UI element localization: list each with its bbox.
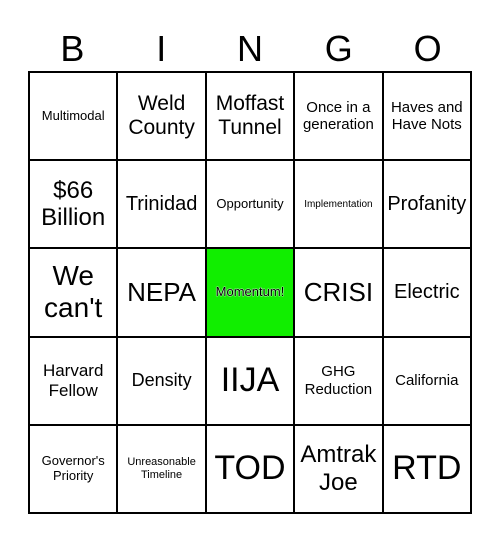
header-letter-n: N — [236, 28, 263, 69]
bingo-cell[interactable]: Density — [117, 336, 206, 425]
bingo-cell-label: Multimodal — [41, 107, 105, 123]
bingo-cell-label: Weld County — [128, 91, 195, 140]
bingo-cell-label: Profanity — [387, 192, 467, 215]
bingo-header: B I N G O — [28, 28, 472, 70]
header-letter-i: I — [156, 28, 167, 69]
bingo-cell[interactable]: NEPA — [117, 248, 206, 337]
bingo-cell[interactable]: IIJA — [205, 336, 295, 425]
bingo-cell-label: IIJA — [220, 361, 280, 400]
bingo-cell-free-space[interactable]: Momentum! — [205, 248, 295, 337]
bingo-card-grid: Multimodal Weld County Moffast Tunnel Once … — [28, 71, 472, 514]
bingo-cell[interactable]: Harvard Fellow — [29, 336, 118, 425]
bingo-cell-label: Governor's Priority — [41, 452, 105, 483]
bingo-cell-label: California — [395, 372, 459, 390]
bingo-cell-label: RTD — [392, 449, 462, 488]
bingo-cell-label: Momentum! — [215, 284, 285, 300]
bingo-cell[interactable]: Profanity — [382, 160, 471, 249]
bingo-cell[interactable]: Haves and Have Nots — [382, 72, 471, 161]
bingo-cell[interactable]: Amtrak Joe — [294, 424, 383, 513]
bingo-cell[interactable]: California — [382, 336, 471, 425]
bingo-cell-label: Trinidad — [125, 192, 198, 215]
bingo-cell-label: Moffast Tunnel — [215, 91, 285, 140]
bingo-cell[interactable]: Opportunity — [205, 160, 295, 249]
bingo-cell-label: TOD — [214, 449, 286, 488]
bingo-cell[interactable]: Weld County — [117, 72, 206, 161]
bingo-cell[interactable]: Governor's Priority — [29, 424, 118, 513]
bingo-cell-label: Once in a generation — [302, 98, 374, 134]
bingo-cell-label: CRISI — [303, 276, 374, 307]
bingo-cell[interactable]: We can't — [29, 248, 118, 337]
header-letter-b: B — [60, 28, 85, 69]
bingo-cell-label: Electric — [394, 280, 460, 303]
bingo-cell-label: Harvard Fellow — [42, 361, 104, 400]
bingo-cell[interactable]: Moffast Tunnel — [205, 72, 295, 161]
bingo-cell[interactable]: Once in a generation — [294, 72, 383, 161]
bingo-cell-label: Opportunity — [216, 195, 284, 211]
bingo-cell-label: Density — [131, 370, 192, 391]
header-letter-o: O — [413, 28, 442, 69]
bingo-cell-label: GHG Reduction — [304, 363, 373, 398]
bingo-cell-label: Haves and Have Nots — [390, 98, 463, 134]
bingo-cell[interactable]: Trinidad — [117, 160, 206, 249]
bingo-cell[interactable]: Electric — [382, 248, 471, 337]
bingo-cell[interactable]: Implementation — [294, 160, 383, 249]
bingo-cell-label: Amtrak Joe — [300, 441, 377, 496]
header-letter-g: G — [324, 28, 353, 69]
bingo-cell[interactable]: CRISI — [294, 248, 383, 337]
bingo-cell-label: NEPA — [127, 276, 197, 307]
bingo-cell[interactable]: Unreasonable Timeline — [117, 424, 206, 513]
bingo-cell-label: $66 Billion — [41, 176, 106, 232]
bingo-cell[interactable]: $66 Billion — [29, 160, 118, 249]
bingo-cell-label: We can't — [44, 260, 103, 324]
bingo-cell-label: Implementation — [304, 198, 373, 210]
bingo-cell[interactable]: Multimodal — [29, 72, 118, 161]
bingo-cell[interactable]: RTD — [382, 424, 471, 513]
bingo-cell-label: Unreasonable Timeline — [127, 456, 196, 481]
bingo-cell[interactable]: TOD — [205, 424, 295, 513]
bingo-cell[interactable]: GHG Reduction — [294, 336, 383, 425]
